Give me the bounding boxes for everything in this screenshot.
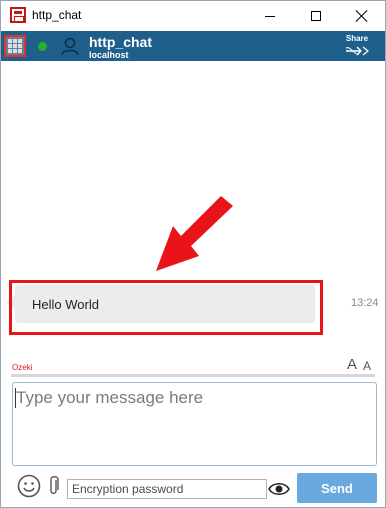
encryption-password-field[interactable] xyxy=(67,479,267,499)
maximize-icon xyxy=(311,11,321,21)
eye-icon[interactable] xyxy=(268,480,290,498)
grid-menu-icon[interactable] xyxy=(4,35,26,57)
send-button[interactable]: Send xyxy=(297,473,377,503)
close-button[interactable] xyxy=(339,1,385,31)
user-icon xyxy=(61,37,79,56)
highlight-box-annotation xyxy=(9,280,323,335)
title-bar: http_chat xyxy=(1,1,385,31)
contact-name: http_chat xyxy=(89,34,152,50)
contact-host: localhost xyxy=(89,50,129,60)
message-placeholder: Type your message here xyxy=(16,388,204,407)
close-icon xyxy=(356,10,368,22)
font-decrease-button[interactable]: A xyxy=(363,359,371,373)
chat-header: http_chat localhost Share xyxy=(1,31,385,61)
font-increase-button[interactable]: A xyxy=(347,356,357,373)
message-time: 13:24 xyxy=(351,297,379,309)
online-status-dot xyxy=(38,42,47,51)
paperclip-icon[interactable] xyxy=(47,475,61,497)
chat-window: http_chat http_chat localhost Share Hell… xyxy=(0,0,386,508)
message-list[interactable]: Hello World 13:24 xyxy=(1,61,385,364)
app-icon xyxy=(10,7,26,23)
message-input[interactable]: Type your message here xyxy=(12,382,377,466)
maximize-button[interactable] xyxy=(293,1,339,31)
minimize-icon xyxy=(265,15,275,17)
arrow-annotation xyxy=(156,196,233,271)
compose-divider xyxy=(11,374,375,377)
window-title: http_chat xyxy=(32,8,82,22)
smiley-icon[interactable] xyxy=(17,474,41,498)
sender-label: Ozeki xyxy=(12,363,33,372)
minimize-button[interactable] xyxy=(247,1,293,31)
share-label: Share xyxy=(345,34,369,43)
share-button[interactable]: Share xyxy=(342,34,372,59)
share-icon xyxy=(345,46,369,56)
